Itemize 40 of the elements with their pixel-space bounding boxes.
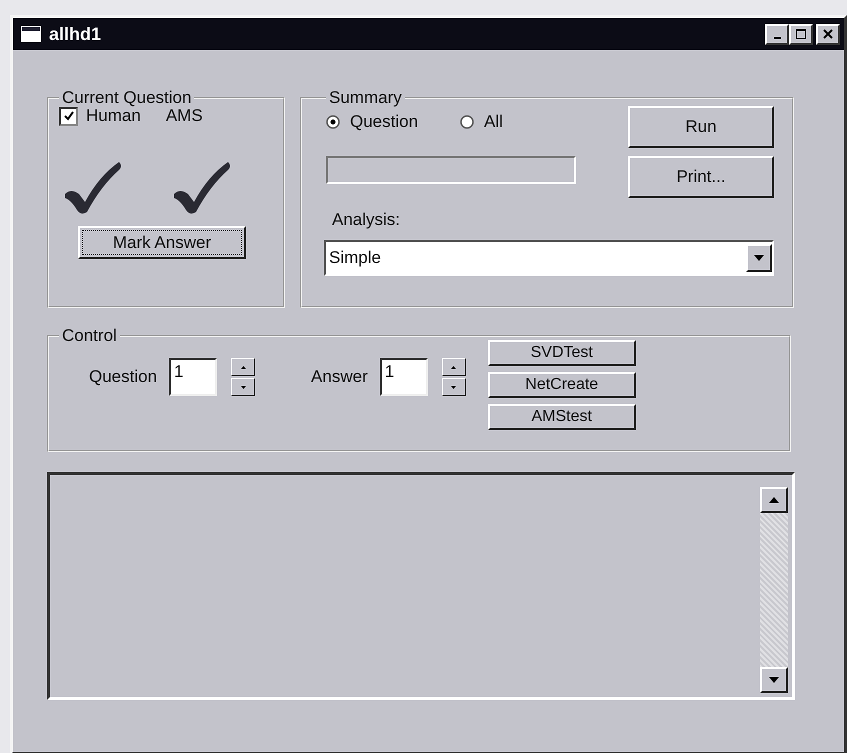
- action-button[interactable]: NetCreate: [488, 372, 636, 398]
- group-title: Summary: [328, 88, 403, 108]
- tick-icon: [62, 110, 74, 122]
- action-button[interactable]: SVDTest: [488, 340, 636, 366]
- run-button[interactable]: Run: [628, 106, 774, 148]
- action-button[interactable]: AMStest: [488, 404, 636, 430]
- radio-button[interactable]: All: [460, 112, 503, 132]
- spinner-label: Question: [89, 367, 158, 387]
- spin-up-button[interactable]: [442, 358, 466, 376]
- up-arrow-icon: [451, 366, 456, 368]
- print-button[interactable]: Print...: [628, 156, 774, 198]
- group-title: Current Question: [61, 88, 192, 108]
- minimize-button[interactable]: [765, 24, 789, 44]
- spin-down-button[interactable]: [442, 378, 466, 396]
- spinner-label: Answer: [311, 367, 368, 387]
- dropdown-arrow-icon: [754, 255, 764, 261]
- mark-answer-button[interactable]: Mark Answer: [78, 226, 246, 259]
- scrollbar[interactable]: [760, 487, 788, 693]
- spin-up-button[interactable]: [231, 358, 256, 376]
- spin-down-button[interactable]: [231, 378, 256, 396]
- analysis-dropdown[interactable]: Simple: [324, 240, 774, 276]
- window-title: allhd1: [49, 24, 102, 44]
- minimize-icon: [774, 37, 780, 39]
- down-arrow-icon: [240, 386, 246, 388]
- close-icon: [822, 28, 834, 40]
- group-title: Control: [61, 326, 118, 346]
- up-arrow-icon: [769, 497, 779, 503]
- window-icon: [21, 26, 41, 42]
- down-arrow-icon: [769, 677, 779, 683]
- maximize-icon: [795, 28, 807, 40]
- number-field[interactable]: 1: [169, 358, 218, 396]
- maximize-button[interactable]: [789, 24, 813, 44]
- radio-button[interactable]: Question: [326, 112, 418, 132]
- down-arrow-icon: [451, 386, 456, 388]
- number-field[interactable]: 1: [380, 358, 428, 396]
- up-arrow-icon: [240, 366, 246, 368]
- human-checkbox[interactable]: Human: [59, 106, 141, 126]
- ams-label: AMS: [166, 106, 203, 126]
- analysis-label: Analysis:: [332, 210, 402, 230]
- close-button[interactable]: [816, 24, 840, 44]
